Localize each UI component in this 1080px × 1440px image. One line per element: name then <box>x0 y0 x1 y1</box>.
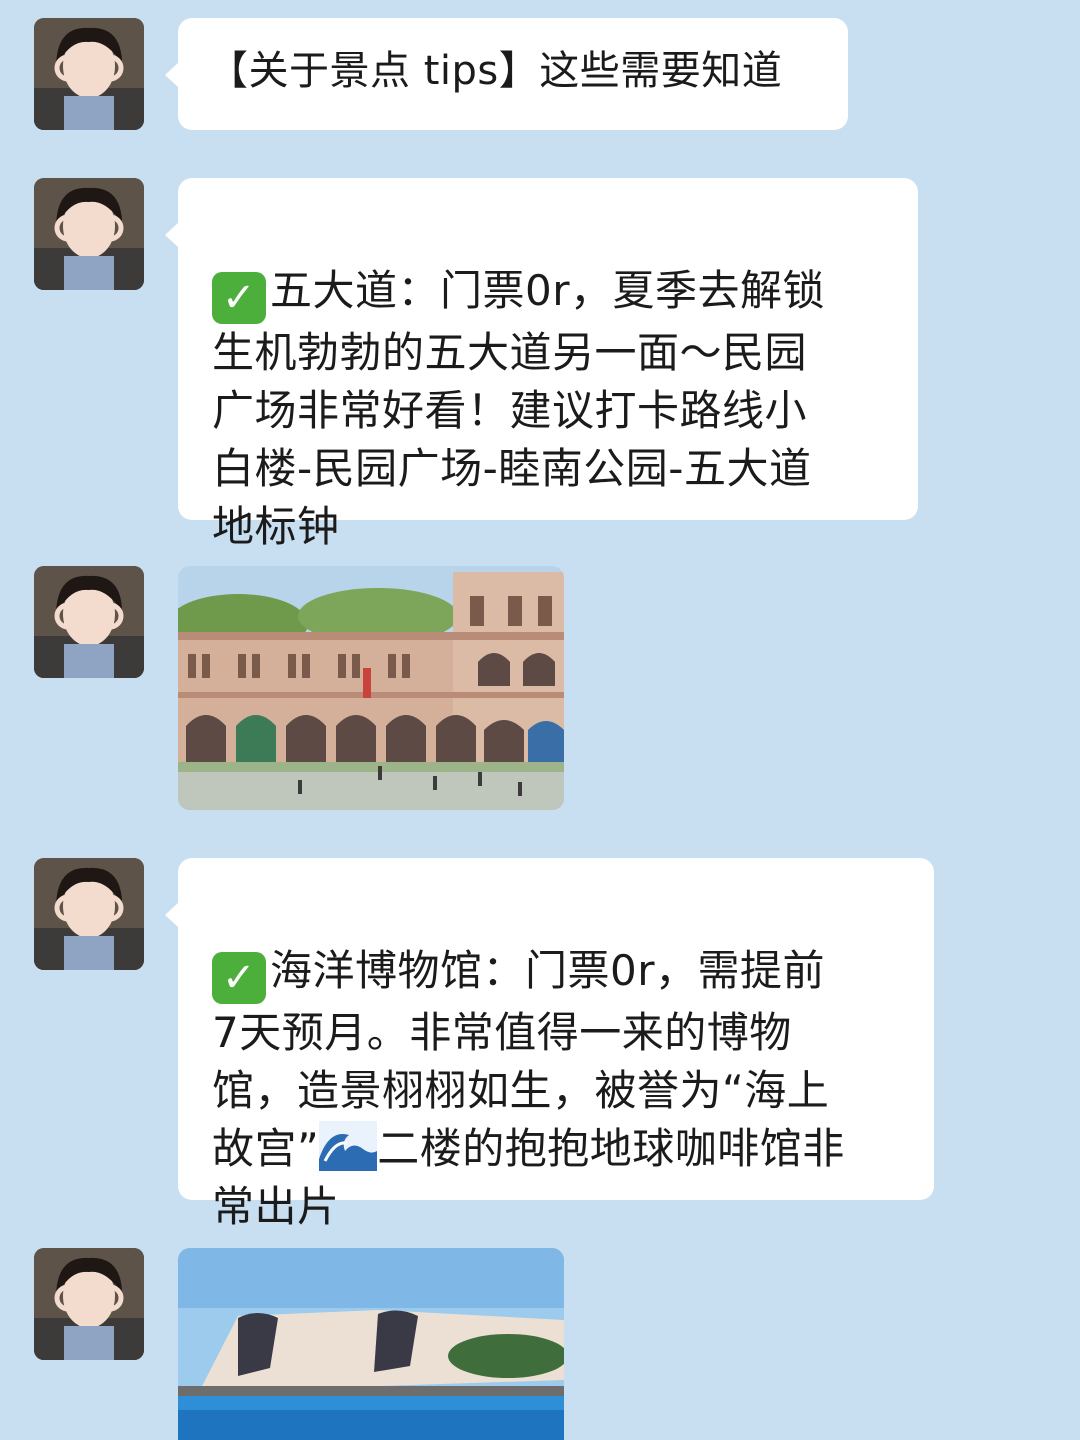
message-bubble[interactable]: ✓ 海洋博物馆：门票0r，需提前 7天预月。非常值得一来的博物 馆，造景栩栩如生，… <box>165 858 934 1231</box>
ocean-wave-icon <box>319 1121 378 1171</box>
message-bubble[interactable]: ✓ 五大道：门票0r，夏季去解锁 生机勃勃的五大道另一面～民园 广场非常好看！建议… <box>165 178 918 551</box>
sender-avatar[interactable] <box>34 18 144 130</box>
check-mark-icon: ✓ <box>212 952 266 1004</box>
message-bubble[interactable]: 【关于景点 tips】这些需要知道 <box>165 18 848 130</box>
message-text: 五大道：门票0r，夏季去解锁 生机勃勃的五大道另一面～民园 广场非常好看！建议打… <box>212 266 825 551</box>
sender-avatar[interactable] <box>34 566 144 678</box>
museum-building-photo[interactable] <box>178 1248 564 1440</box>
sender-avatar[interactable] <box>34 858 144 970</box>
sender-avatar[interactable] <box>34 1248 144 1360</box>
sender-avatar[interactable] <box>34 178 144 290</box>
check-mark-icon: ✓ <box>212 272 266 324</box>
arched-building-photo[interactable] <box>178 566 564 810</box>
message-text: 【关于景点 tips】这些需要知道 <box>208 48 783 94</box>
